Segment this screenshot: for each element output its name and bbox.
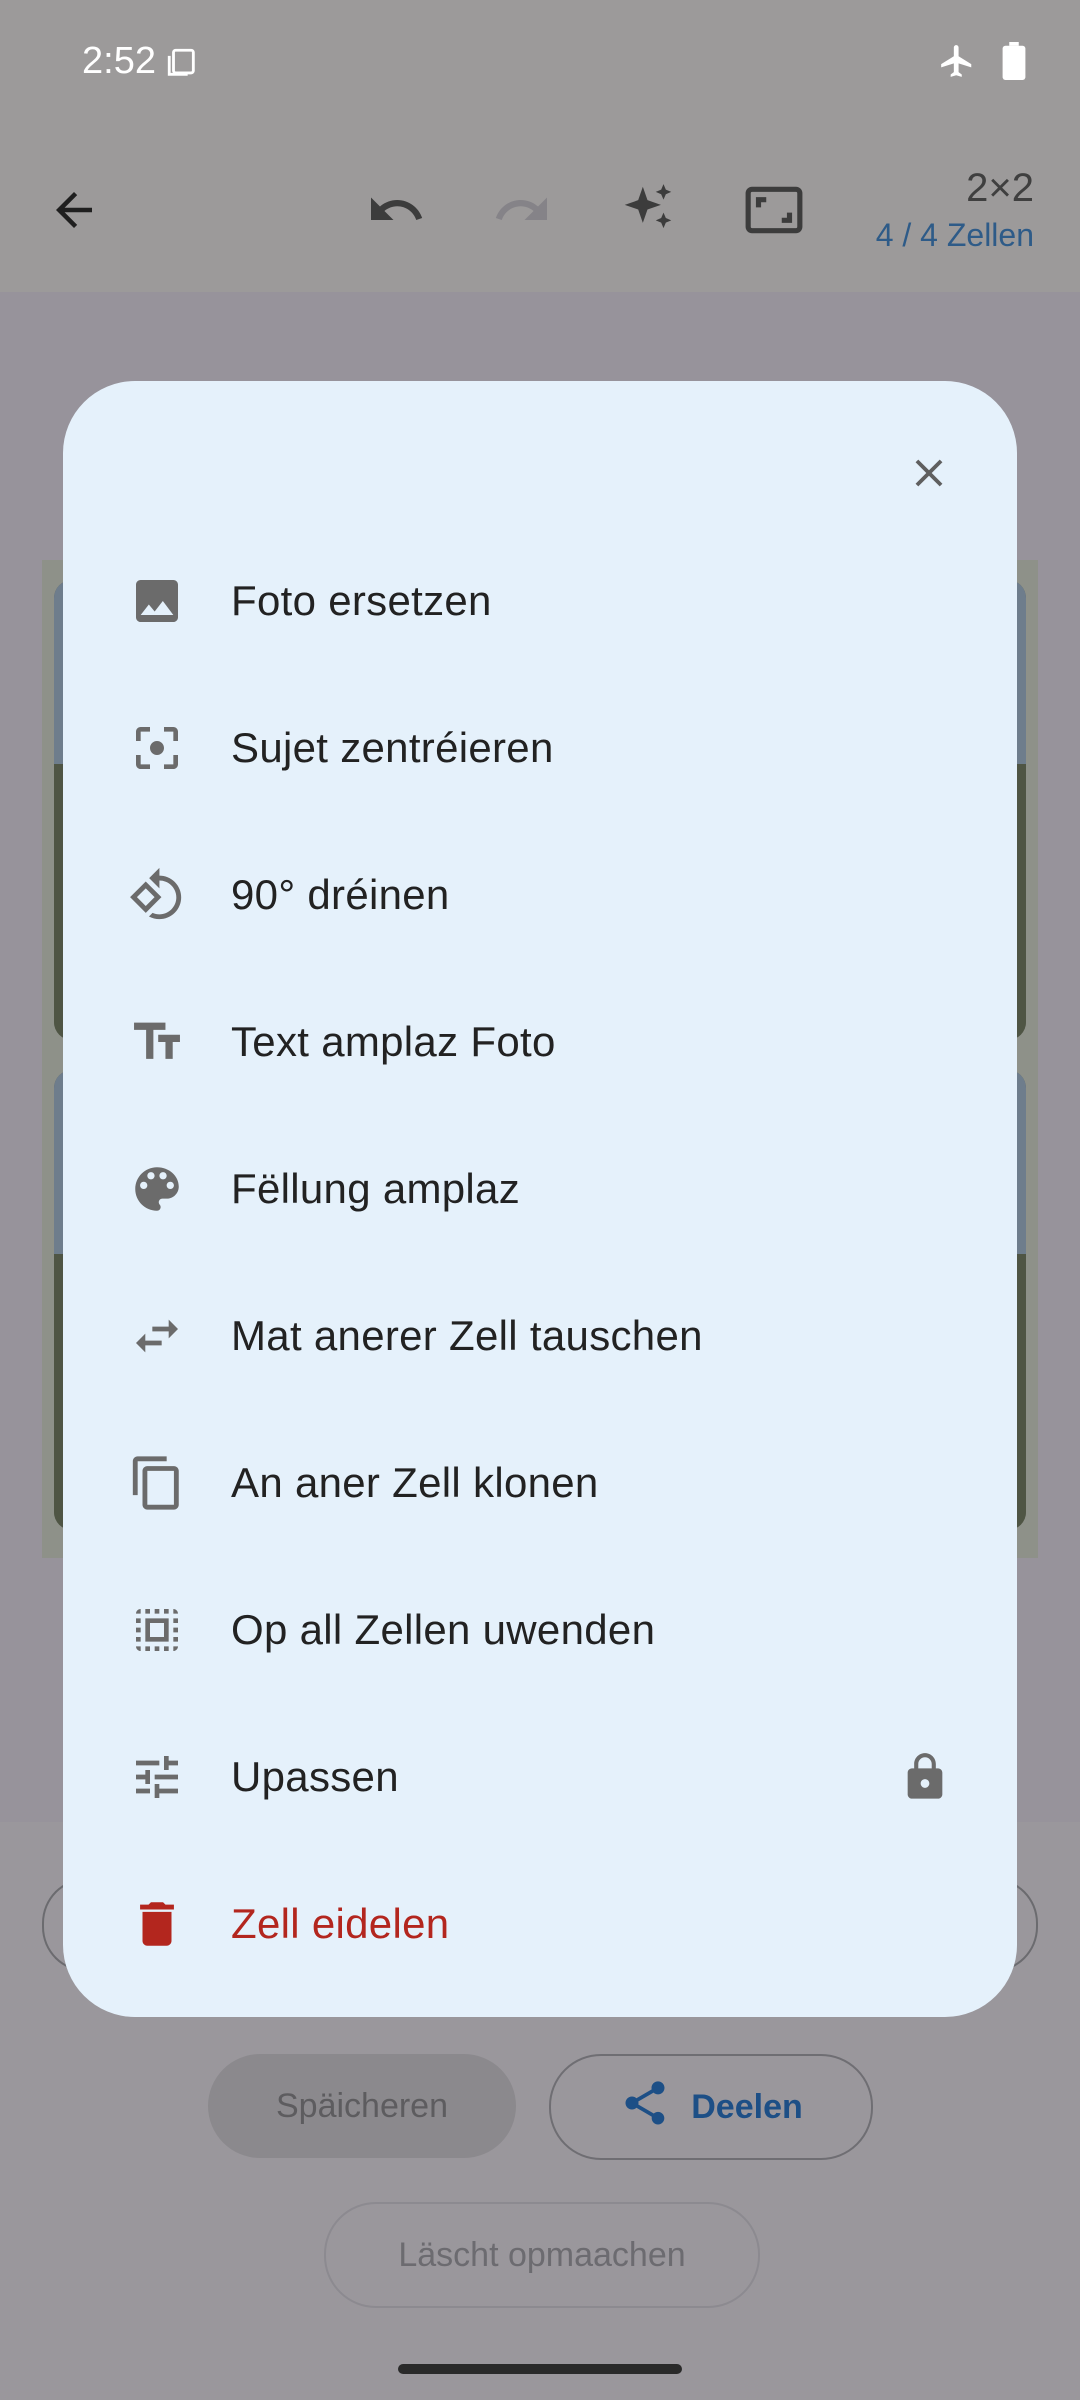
- palette-icon: [127, 1159, 187, 1219]
- menu-item-label: Fëllung amplaz: [231, 1164, 521, 1212]
- grid-size-label: 2×2: [966, 166, 1034, 210]
- menu-item-label: Text amplaz Foto: [231, 1017, 556, 1065]
- magic-sparkle-icon[interactable]: [608, 170, 688, 250]
- cell-options-menu: Foto ersetzen Sujet zentréieren 90° dréi…: [63, 527, 1017, 1997]
- share-button-label: Deelen: [691, 2087, 803, 2126]
- share-button[interactable]: Deelen: [549, 2054, 873, 2160]
- menu-item-clone-cell[interactable]: An aner Zell klonen: [63, 1409, 1017, 1556]
- menu-item-label: Sujet zentréieren: [231, 723, 554, 771]
- copy-icon: [127, 1453, 187, 1513]
- menu-item-apply-all-cells[interactable]: Op all Zellen uwenden: [63, 1556, 1017, 1703]
- menu-item-label: Foto ersetzen: [231, 576, 492, 624]
- lock-icon: [895, 1747, 955, 1807]
- save-button[interactable]: Späicheren: [208, 2054, 516, 2158]
- battery-icon: [1002, 42, 1026, 85]
- text-fields-icon: [127, 1012, 187, 1072]
- status-bar: 2:52: [0, 0, 1080, 130]
- center-focus-icon: [127, 718, 187, 778]
- menu-item-center-subject[interactable]: Sujet zentréieren: [63, 674, 1017, 821]
- swap-icon: [127, 1306, 187, 1366]
- delete-icon: [127, 1894, 187, 1954]
- airplane-mode-icon: [938, 42, 976, 85]
- select-all-icon: [127, 1600, 187, 1660]
- menu-item-swap-cell[interactable]: Mat anerer Zell tauschen: [63, 1262, 1017, 1409]
- close-icon[interactable]: [889, 433, 969, 513]
- editor-toolbar: 2×2 4 / 4 Zellen: [0, 130, 1080, 292]
- menu-item-fill-instead[interactable]: Fëllung amplaz: [63, 1115, 1017, 1262]
- share-icon: [619, 2077, 671, 2138]
- home-indicator[interactable]: [398, 2364, 682, 2374]
- cell-options-dialog: Foto ersetzen Sujet zentréieren 90° dréi…: [63, 381, 1017, 2017]
- clear-all-button[interactable]: Läscht opmaachen: [324, 2202, 760, 2308]
- aspect-ratio-icon[interactable]: [734, 170, 814, 250]
- clear-all-button-label: Läscht opmaachen: [398, 2235, 686, 2274]
- cells-status-label: 4 / 4 Zellen: [875, 217, 1034, 253]
- menu-item-label: Upassen: [231, 1752, 399, 1800]
- status-time: 2:52: [82, 40, 156, 82]
- grid-info[interactable]: 2×2 4 / 4 Zellen: [876, 166, 1034, 254]
- screenshot-notification-icon: [165, 46, 199, 85]
- menu-item-label: An aner Zell klonen: [231, 1458, 599, 1506]
- menu-item-label: Op all Zellen uwenden: [231, 1605, 656, 1653]
- image-icon: [127, 571, 187, 631]
- menu-item-text-instead-photo[interactable]: Text amplaz Foto: [63, 968, 1017, 1115]
- tune-icon: [127, 1747, 187, 1807]
- rotate-icon: [127, 865, 187, 925]
- menu-item-replace-photo[interactable]: Foto ersetzen: [63, 527, 1017, 674]
- menu-item-clear-cell[interactable]: Zell eidelen: [63, 1850, 1017, 1997]
- back-arrow-icon[interactable]: [34, 170, 114, 250]
- menu-item-rotate-90[interactable]: 90° dréinen: [63, 821, 1017, 968]
- menu-item-label: Mat anerer Zell tauschen: [231, 1311, 703, 1359]
- save-button-label: Späicheren: [275, 2086, 448, 2125]
- menu-item-label: Zell eidelen: [231, 1899, 450, 1947]
- redo-icon[interactable]: [482, 170, 562, 250]
- undo-icon[interactable]: [356, 170, 436, 250]
- menu-item-adjust[interactable]: Upassen: [63, 1703, 1017, 1850]
- menu-item-label: 90° dréinen: [231, 870, 450, 918]
